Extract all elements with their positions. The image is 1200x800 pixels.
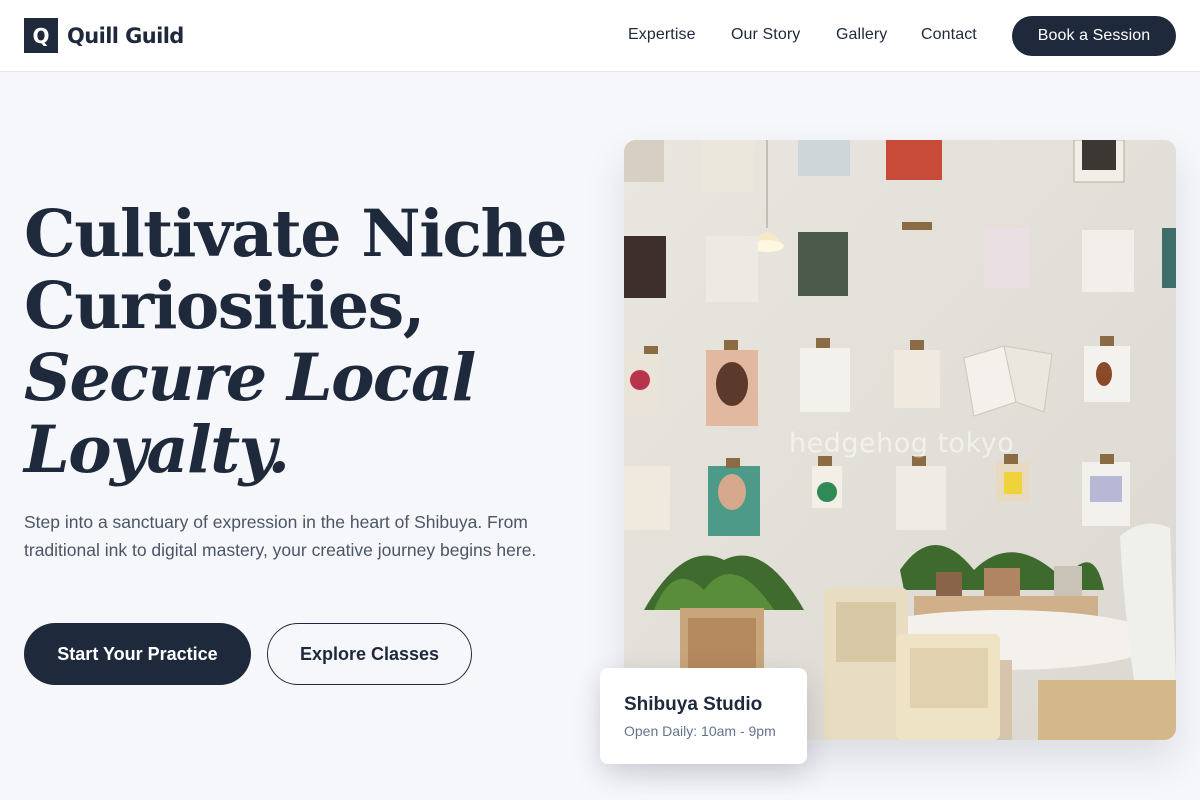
hero-title: Cultivate Niche Curiosities, Secure Loca… <box>24 198 584 486</box>
brand-name: Quill Guild <box>67 23 184 48</box>
nav-link-expertise[interactable]: Expertise <box>628 26 696 44</box>
hero-subtitle: Step into a sanctuary of expression in t… <box>24 512 537 560</box>
hero-title-line-2: Curiosities, <box>24 268 425 344</box>
hero-title-line-3: Secure Local <box>24 340 476 416</box>
studio-card-title: Shibuya Studio <box>624 694 763 715</box>
studio-info-card: Shibuya Studio Open Daily: 10am - 9pm <box>600 668 807 764</box>
nav-link-our-story[interactable]: Our Story <box>731 26 800 44</box>
start-practice-button[interactable]: Start Your Practice <box>24 623 251 685</box>
hero-title-line-4: Loyalty. <box>24 412 290 488</box>
book-session-button[interactable]: Book a Session <box>1012 16 1176 56</box>
explore-classes-button[interactable]: Explore Classes <box>267 623 472 685</box>
studio-card-hours: Open Daily: 10am - 9pm <box>624 723 776 739</box>
brand-logo[interactable]: Q Quill Guild <box>24 18 184 53</box>
studio-photo: hedgehog tokyo <box>624 140 1176 740</box>
nav-link-contact[interactable]: Contact <box>921 26 977 44</box>
nav-link-gallery[interactable]: Gallery <box>836 26 887 44</box>
photo-watermark: hedgehog tokyo <box>789 428 1015 459</box>
site-header: Q Quill Guild Expertise Our Story Galler… <box>0 0 1200 72</box>
hero-title-line-1: Cultivate Niche <box>24 196 568 272</box>
logo-mark-icon: Q <box>24 18 58 53</box>
